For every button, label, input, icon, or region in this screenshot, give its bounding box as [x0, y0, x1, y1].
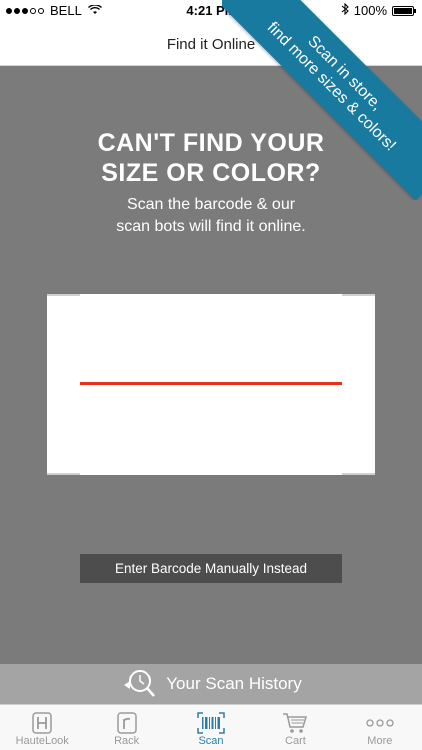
scan-line [80, 382, 342, 385]
subtext-line-2: scan bots will find it online. [116, 218, 306, 235]
tab-label: Rack [114, 735, 140, 747]
battery-icon [392, 5, 416, 16]
hautelook-icon [32, 711, 52, 735]
tab-label: More [367, 735, 393, 747]
bluetooth-icon [341, 2, 349, 18]
tab-rack[interactable]: Rack [84, 705, 168, 750]
barcode-icon [197, 711, 225, 735]
tab-more[interactable]: More [338, 705, 422, 750]
tab-label: Scan [198, 735, 224, 747]
scan-main-area: CAN'T FIND YOUR SIZE OR COLOR? Scan the … [0, 66, 422, 664]
scan-history-label: Your Scan History [166, 674, 302, 693]
tab-label: HauteLook [15, 735, 69, 747]
viewfinder-corner [47, 294, 80, 296]
viewfinder-corner [342, 294, 375, 296]
history-search-icon [120, 667, 156, 701]
subtext: Scan the barcode & our scan bots will fi… [0, 194, 422, 238]
headline-line-2: SIZE OR COLOR? [101, 159, 321, 187]
rack-icon [116, 711, 137, 735]
tab-label: Cart [285, 735, 306, 747]
cart-icon [282, 711, 308, 735]
more-icon [364, 711, 396, 735]
battery-percent: 100% [353, 3, 387, 18]
viewfinder-corner [342, 473, 375, 475]
subtext-line-1: Scan the barcode & our [126, 196, 296, 213]
page-title: Find it Online [166, 36, 256, 53]
scan-history-button[interactable]: Your Scan History [0, 664, 422, 704]
tab-hautelook[interactable]: HauteLook [0, 705, 84, 750]
viewfinder-corner [47, 473, 80, 475]
tab-cart[interactable]: Cart [253, 705, 337, 750]
status-right: 100% [341, 2, 416, 18]
enter-barcode-manually-button[interactable]: Enter Barcode Manually Instead [80, 554, 342, 583]
barcode-scanner-viewfinder[interactable] [47, 294, 375, 475]
tab-scan[interactable]: Scan [169, 705, 253, 750]
tab-bar: HauteLook Rack Scan Cart More [0, 704, 422, 750]
status-bar: BELL 4:21 PM 100% [0, 0, 422, 22]
